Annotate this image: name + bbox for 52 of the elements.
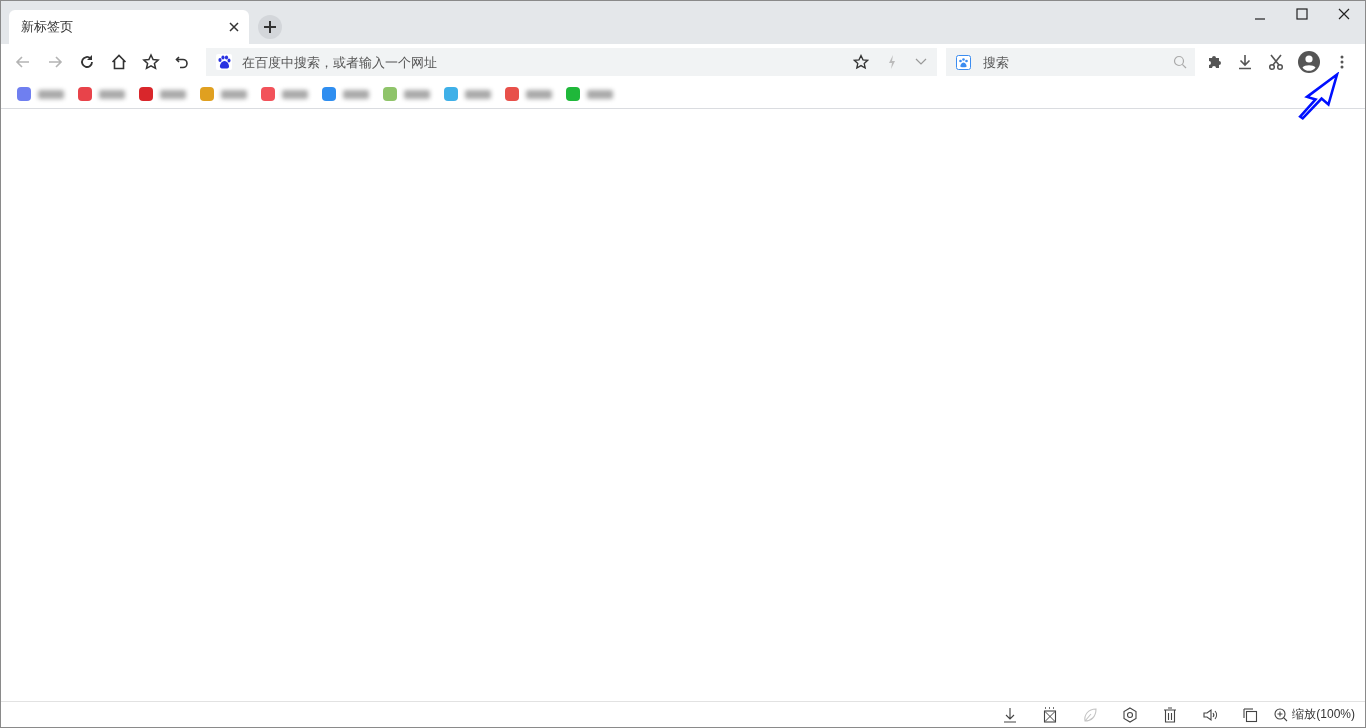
blurred-label[interactable]	[587, 89, 613, 99]
close-icon	[1338, 8, 1350, 20]
speaker-icon[interactable]	[1202, 706, 1219, 723]
search-field[interactable]: 搜索	[981, 53, 1163, 71]
bookmark-icon[interactable]	[200, 87, 214, 101]
download-icon[interactable]	[1236, 53, 1254, 71]
zoom-in-icon	[1274, 707, 1289, 722]
bookmark-icon[interactable]	[566, 87, 580, 101]
blurred-label[interactable]	[282, 89, 308, 99]
home-icon[interactable]	[110, 53, 128, 71]
scissors-icon[interactable]	[1267, 53, 1285, 71]
profile-icon[interactable]	[1298, 51, 1320, 73]
close-icon[interactable]	[229, 22, 239, 32]
chevron-down-icon[interactable]	[915, 58, 927, 66]
blurred-label[interactable]	[465, 89, 491, 99]
download-icon[interactable]	[1002, 706, 1019, 723]
blurred-label[interactable]	[343, 89, 369, 99]
search-icon[interactable]	[1173, 55, 1187, 69]
address-field[interactable]: 在百度中搜索，或者输入一个网址	[240, 53, 835, 71]
annotation-arrow	[1297, 72, 1341, 120]
bookmark-icon[interactable]	[444, 87, 458, 101]
bookmark-icon[interactable]	[78, 87, 92, 101]
blurred-label[interactable]	[404, 89, 430, 99]
trash-icon[interactable]	[1162, 706, 1179, 723]
blurred-label[interactable]	[99, 89, 125, 99]
address-bar[interactable]: 在百度中搜索，或者输入一个网址	[206, 48, 937, 76]
bookmark-icon[interactable]	[17, 87, 31, 101]
bookmark-icon[interactable]	[261, 87, 275, 101]
windows-icon[interactable]	[1242, 706, 1259, 723]
paw-icon	[956, 54, 971, 70]
bookmark-icon[interactable]	[505, 87, 519, 101]
blurred-label[interactable]	[221, 89, 247, 99]
star-icon[interactable]	[142, 53, 160, 71]
browser-tab[interactable]: 新标签页	[9, 10, 249, 44]
search-box[interactable]: 搜索	[946, 48, 1195, 76]
star-icon[interactable]	[853, 54, 869, 70]
bookmark-icon[interactable]	[383, 87, 397, 101]
maximize-icon	[1296, 8, 1308, 20]
blurred-label[interactable]	[526, 89, 552, 99]
minimize-icon	[1254, 18, 1266, 20]
blurred-label[interactable]	[38, 89, 64, 99]
hexagon-icon[interactable]	[1122, 706, 1139, 723]
lightning-icon[interactable]	[887, 54, 897, 70]
new-tab-button[interactable]	[258, 14, 282, 39]
bookmark-icon[interactable]	[322, 87, 336, 101]
paw-icon	[216, 54, 232, 70]
zoom-button[interactable]: 缩放(100%)	[1274, 706, 1355, 723]
bookmark-icon[interactable]	[139, 87, 153, 101]
reload-icon[interactable]	[78, 53, 96, 71]
blocked-box-icon[interactable]	[1042, 706, 1059, 723]
blurred-label[interactable]	[160, 89, 186, 99]
plus-icon	[263, 19, 277, 34]
